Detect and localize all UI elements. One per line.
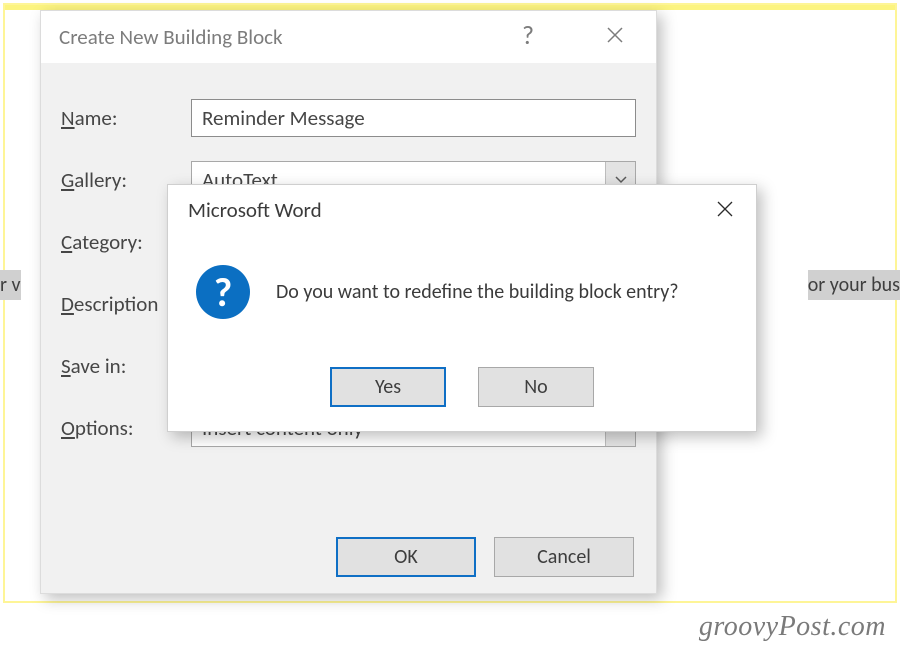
close-icon [606,26,624,44]
dialog-titlebar: Create New Building Block ? [41,11,656,63]
doc-text-right: or your bus [808,270,900,300]
close-button[interactable] [592,15,638,55]
confirm-button-row: Yes No [168,367,756,407]
confirm-close-button[interactable] [702,189,748,229]
doc-text-left: r v [0,270,21,300]
confirm-message: Do you want to redefine the building blo… [276,280,679,304]
watermark: groovyPost.com [699,611,886,643]
dialog-title: Create New Building Block [59,24,283,50]
help-button[interactable]: ? [505,15,551,55]
close-icon [716,200,734,218]
yes-button[interactable]: Yes [330,367,446,407]
ok-button[interactable]: OK [336,537,476,577]
label-name: Name: [61,105,191,131]
chevron-down-icon [615,176,627,184]
dialog-button-row: OK Cancel [336,537,634,577]
confirm-title-text: Microsoft Word [188,197,322,223]
row-name: Name: Reminder Message [61,87,636,149]
confirm-body: ? Do you want to redefine the building b… [168,235,756,319]
confirm-dialog: Microsoft Word ? Do you want to redefine… [167,184,757,432]
cancel-button[interactable]: Cancel [494,537,634,577]
confirm-titlebar: Microsoft Word [168,185,756,235]
no-button[interactable]: No [478,367,594,407]
name-field[interactable]: Reminder Message [191,99,636,137]
question-icon: ? [196,265,250,319]
